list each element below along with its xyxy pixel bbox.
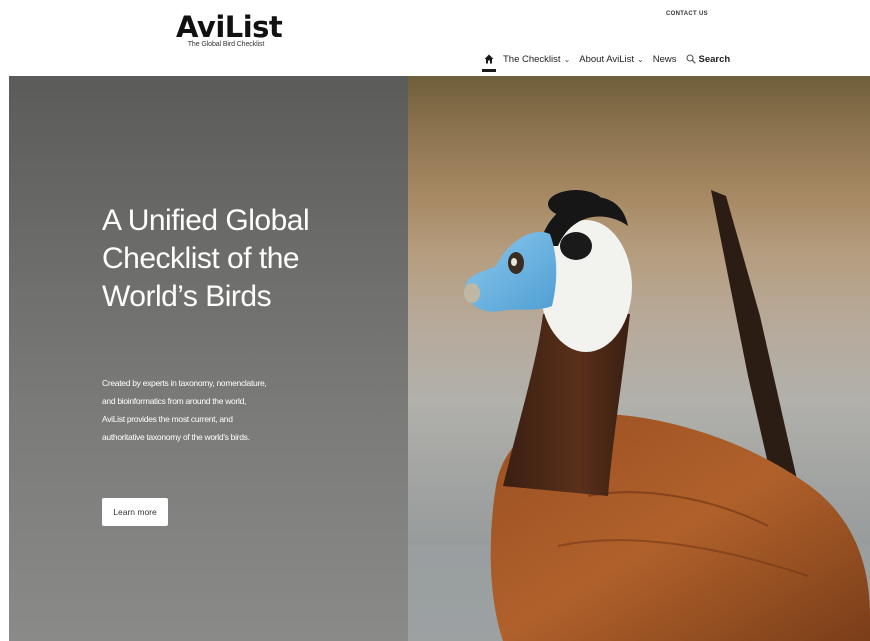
site-header: AviList The Global Bird Checklist CONTAC… [0, 0, 870, 76]
nav-item-the-checklist[interactable]: The Checklist ⌄ [503, 54, 570, 65]
site-logo[interactable]: AviList The Global Bird Checklist [176, 10, 283, 48]
hero-title-line: Checklist of the [102, 242, 300, 275]
hero-title-line: World’s Birds [102, 280, 272, 313]
nav-home[interactable] [482, 51, 496, 72]
contact-us-link[interactable]: CONTACT US [666, 11, 708, 17]
search-label: Search [698, 53, 731, 65]
hero-bird-photo [408, 76, 870, 641]
logo-subtitle: The Global Bird Checklist [187, 41, 265, 48]
nav-item-about-avilist[interactable]: About AviList ⌄ [579, 54, 643, 65]
hero-section: A Unified Global Checklist of the World’… [9, 76, 870, 641]
hero-description: Created by experts in taxonomy, nomencla… [102, 374, 282, 446]
home-icon [484, 54, 494, 64]
main-nav: The Checklist ⌄ About AviList ⌄ News Sea… [482, 50, 731, 72]
hero-text-panel: A Unified Global Checklist of the World’… [9, 76, 408, 641]
hero-description-line: and bioinformatics from around the world… [102, 396, 247, 406]
hero-description-line: Created by experts in taxonomy, nomencla… [102, 378, 267, 388]
nav-item-label: About AviList [579, 53, 635, 65]
nav-item-news[interactable]: News [653, 54, 677, 65]
hero-description-line: authoritative taxonomy of the world's bi… [102, 432, 250, 442]
nav-search[interactable]: Search [685, 53, 731, 65]
hero-title-line: A Unified Global [102, 204, 310, 237]
nav-item-label: News [652, 53, 677, 65]
chevron-down-icon: ⌄ [637, 54, 644, 64]
learn-more-button[interactable]: Learn more [102, 498, 168, 526]
white-headed-duck-illustration [408, 190, 870, 641]
active-indicator [482, 69, 496, 72]
hero-title: A Unified Global Checklist of the World’… [102, 202, 392, 316]
chevron-down-icon: ⌄ [563, 54, 571, 64]
hero-description-line: AviList provides the most current, and [102, 414, 233, 424]
logo-title: AviList [176, 10, 283, 44]
search-icon [685, 54, 696, 64]
nav-item-label: The Checklist [503, 53, 561, 65]
